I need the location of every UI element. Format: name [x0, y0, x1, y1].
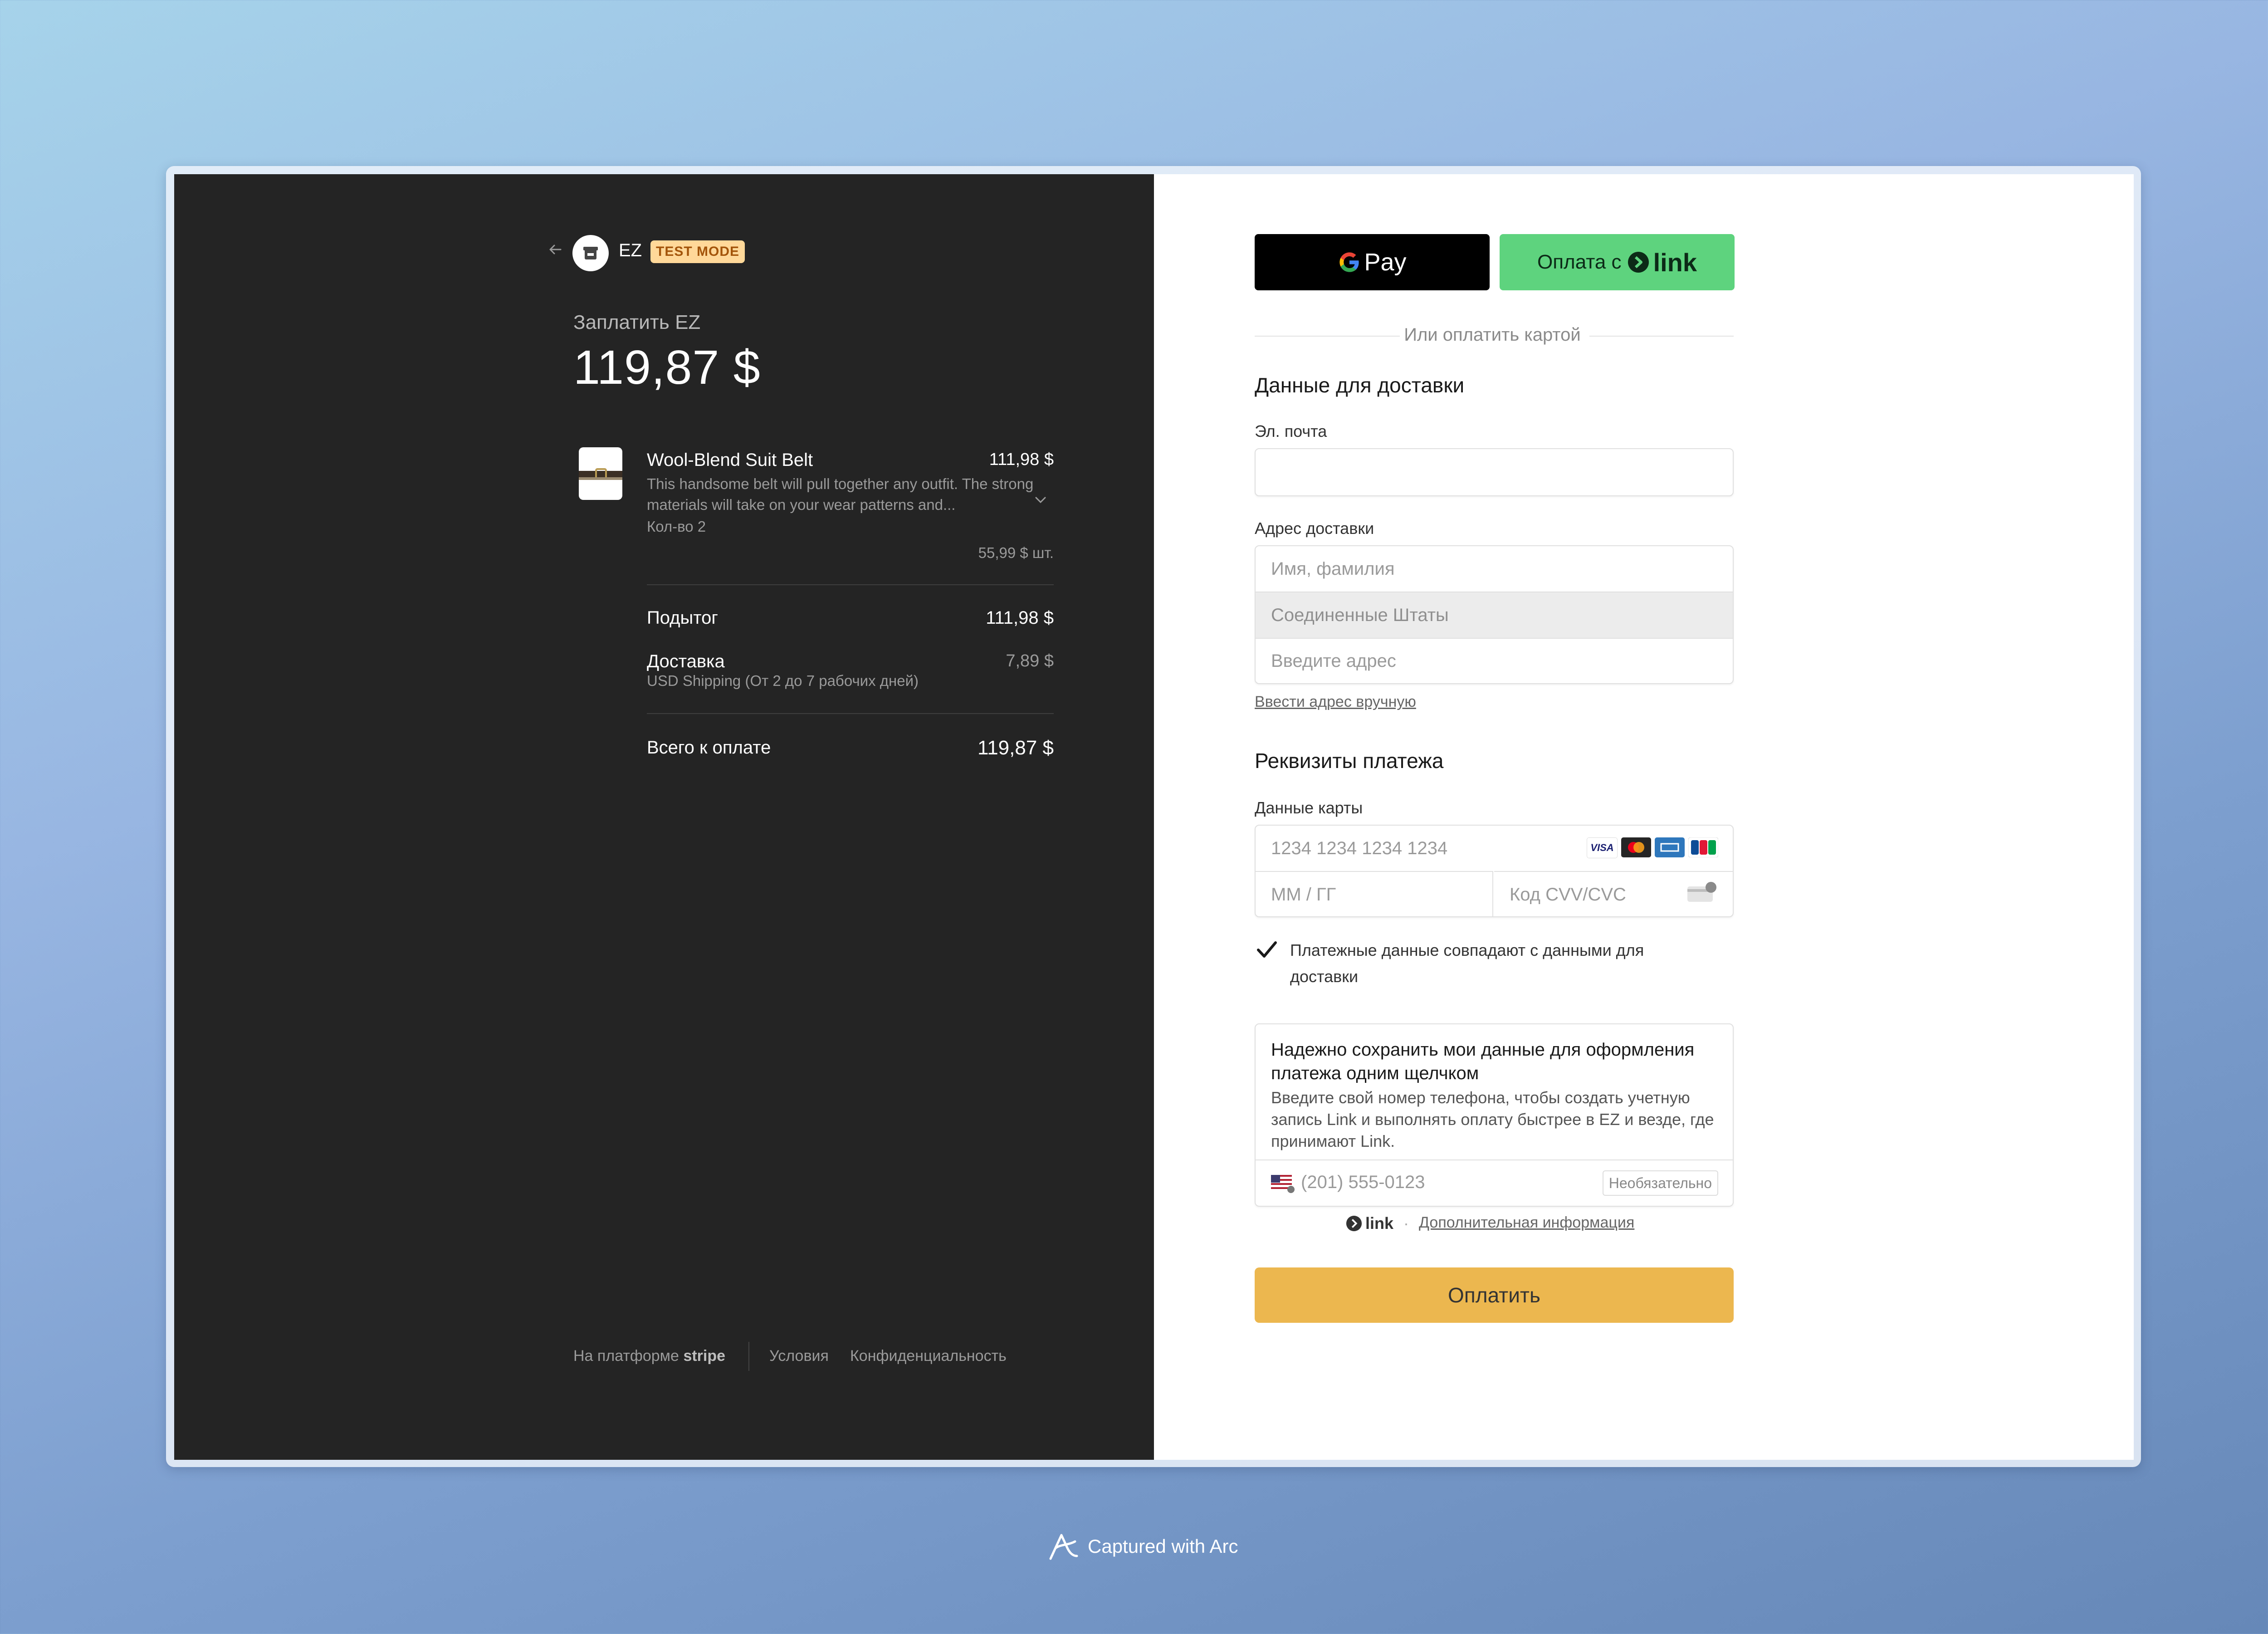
subtotal-label: Подытог — [647, 608, 718, 628]
country-select[interactable]: Соединенные Штаты — [1256, 592, 1733, 638]
google-pay-label: Pay — [1364, 249, 1407, 276]
phone-input[interactable]: (201) 555-0123 Необязательно — [1256, 1159, 1733, 1206]
card-number-placeholder: 1234 1234 1234 1234 — [1271, 838, 1448, 858]
billing-same-label[interactable]: Платежные данные совпадают с данными для… — [1290, 937, 1698, 990]
shipping-value: 7,89 $ — [1006, 651, 1054, 670]
back-arrow-icon[interactable] — [546, 240, 564, 259]
email-label: Эл. почта — [1255, 422, 1327, 440]
cvc-card-icon — [1687, 882, 1716, 902]
card-group: 1234 1234 1234 1234 VISA ММ / ГГ Код CVV… — [1255, 825, 1734, 917]
divider — [647, 713, 1054, 714]
phone-placeholder: (201) 555-0123 — [1301, 1172, 1425, 1192]
link-pay-prefix: Оплата с — [1537, 251, 1622, 273]
captured-with-arc: Captured with Arc — [1046, 1531, 1238, 1561]
pay-to-label: Заплатить EZ — [573, 311, 701, 333]
manual-address-link[interactable]: Ввести адрес вручную — [1255, 693, 1416, 711]
stripe-logo: stripe — [683, 1347, 726, 1365]
merchant-name: EZ — [619, 240, 642, 260]
total-label: Всего к оплате — [647, 738, 771, 758]
google-pay-button[interactable]: Pay — [1255, 234, 1490, 290]
divider-left — [1255, 336, 1400, 337]
divider — [647, 584, 1054, 585]
powered-by[interactable]: На платформе stripe — [573, 1347, 725, 1365]
link-save-box: Надежно сохранить мои данные для оформле… — [1255, 1023, 1734, 1207]
save-info-title: Надежно сохранить мои данные для оформле… — [1271, 1040, 1695, 1083]
subtotal-value: 111,98 $ — [986, 608, 1054, 628]
expiry-placeholder: ММ / ГГ — [1271, 884, 1336, 905]
total-amount: 119,87 $ — [573, 341, 761, 394]
full-name-input[interactable]: Имя, фамилия — [1256, 546, 1733, 592]
terms-link[interactable]: Условия — [769, 1347, 829, 1365]
address-label: Адрес доставки — [1255, 519, 1374, 538]
shipping-section-title: Данные для доставки — [1255, 373, 1465, 397]
full-name-placeholder: Имя, фамилия — [1271, 558, 1395, 579]
amex-icon — [1655, 837, 1685, 857]
link-brand: link — [1345, 1214, 1393, 1233]
item-quantity: Кол-во 2 — [647, 518, 706, 535]
privacy-link[interactable]: Конфиденциальность — [850, 1347, 1007, 1365]
store-icon — [583, 247, 598, 259]
arc-capture-text: Captured with Arc — [1088, 1536, 1238, 1557]
total-value: 119,87 $ — [977, 737, 1054, 759]
shipping-detail: USD Shipping (От 2 до 7 рабочих дней) — [647, 672, 919, 689]
link-arrow-icon — [1346, 1215, 1362, 1232]
expiry-input[interactable]: ММ / ГГ — [1256, 871, 1493, 916]
google-g-icon — [1339, 252, 1359, 272]
optional-badge: Необязательно — [1602, 1170, 1718, 1196]
link-dot: · — [1403, 1214, 1409, 1233]
divider-right — [1589, 336, 1734, 337]
mastercard-icon — [1621, 837, 1651, 857]
item-name: Wool-Blend Suit Belt — [647, 450, 813, 470]
email-value — [1256, 449, 1733, 495]
test-mode-badge: TEST MODE — [650, 240, 745, 263]
card-brands: VISA — [1587, 837, 1718, 858]
item-description: This handsome belt will pull together an… — [647, 475, 1034, 513]
pay-button[interactable]: Оплатить — [1255, 1267, 1734, 1323]
address-input[interactable]: Введите адрес — [1256, 638, 1733, 683]
email-input[interactable] — [1255, 448, 1734, 496]
more-info-link[interactable]: Дополнительная информация — [1419, 1214, 1634, 1232]
link-pay-button[interactable]: Оплата с link — [1500, 234, 1735, 290]
belt-image — [579, 468, 622, 480]
item-price: 111,98 $ — [989, 450, 1054, 469]
card-details-label: Данные карты — [1255, 798, 1363, 817]
save-info-description: Введите свой номер телефона, чтобы созда… — [1271, 1088, 1714, 1150]
address-placeholder: Введите адрес — [1271, 651, 1396, 671]
shipping-label: Доставка — [647, 651, 725, 671]
arc-logo-icon — [1049, 1534, 1078, 1560]
link-arrow-icon — [1628, 252, 1649, 273]
payment-section-title: Реквизиты платежа — [1255, 749, 1444, 773]
powered-prefix: На платформе — [573, 1347, 679, 1365]
merchant-logo — [572, 235, 609, 271]
link-logo-text: link — [1653, 248, 1697, 277]
or-pay-by-card: Или оплатить картой — [1404, 325, 1581, 345]
us-flag-icon — [1271, 1175, 1295, 1193]
product-thumbnail — [579, 447, 622, 500]
cvc-placeholder: Код CVV/CVC — [1510, 884, 1626, 905]
item-unit-price: 55,99 $ шт. — [978, 544, 1054, 561]
footer-separator — [748, 1342, 749, 1371]
address-group: Имя, фамилия Соединенные Штаты Введите а… — [1255, 545, 1734, 684]
country-value: Соединенные Штаты — [1271, 605, 1449, 625]
visa-icon: VISA — [1587, 837, 1618, 858]
jcb-icon — [1688, 837, 1718, 857]
link-brand-text: link — [1365, 1214, 1394, 1233]
chevron-down-icon[interactable] — [1032, 492, 1049, 508]
billing-same-checkbox[interactable] — [1255, 937, 1279, 962]
